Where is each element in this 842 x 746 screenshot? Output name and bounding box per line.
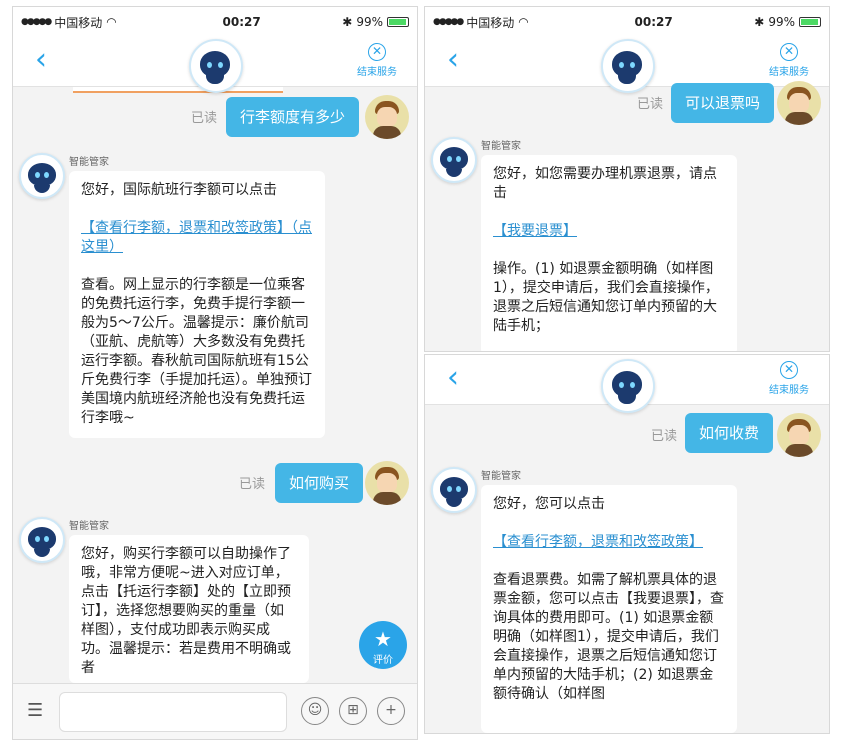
carrier-label: 中国移动 <box>466 15 515 30</box>
battery-icon <box>799 17 821 27</box>
sender-name: 智能管家 <box>69 157 109 168</box>
end-service-button[interactable]: ✕ 结束服务 <box>357 43 397 78</box>
plus-icon[interactable]: + <box>377 697 405 725</box>
list-icon[interactable]: ☰ <box>27 700 43 721</box>
carrier-label: 中国移动 <box>54 15 103 30</box>
status-bar: ●●●●● 中国移动 ◠ 00:27 ✱ 99% <box>13 7 417 37</box>
sender-name: 智能管家 <box>481 141 521 152</box>
status-time: 00:27 <box>222 15 261 29</box>
battery-label: 99% <box>768 15 795 29</box>
assistant-message: 您好，国际航班行李额可以点击 【查看行李额，退票和改签政策】（点这里） 查看。网… <box>69 171 325 438</box>
star-icon: ★ <box>374 627 392 651</box>
bluetooth-icon: ✱ <box>342 15 353 29</box>
end-service-label: 结束服务 <box>769 67 809 78</box>
chat-screen-right-top: ●●●●● 中国移动 ◠ 00:27 ✱ 99% ‹ ✕ 结束服务 已读 可以退票吗 智… <box>424 6 830 352</box>
close-icon: ✕ <box>780 361 798 379</box>
previous-message-edge <box>73 87 283 93</box>
end-service-label: 结束服务 <box>769 385 809 396</box>
assistant-avatar <box>19 517 65 563</box>
user-avatar <box>777 413 821 457</box>
message-text: 查看。网上显示的行李额是一位乘客的免费托运行李，免费手提行李额一般为5～7公斤。… <box>81 277 312 426</box>
wifi-icon: ◠ <box>518 15 529 29</box>
chat-screen-right-bottom: ‹ ✕ 结束服务 已读 如何收费 智能管家 您好，您可以点击 【查看行李额，退票和… <box>424 354 830 734</box>
battery-label: 99% <box>356 15 383 29</box>
end-service-label: 结束服务 <box>357 67 397 78</box>
assistant-message: 您好，您可以点击 【查看行李额，退票和改签政策】 查看退票费。如需了解机票具体的… <box>481 485 737 733</box>
chat-screen-left: ●●●●● 中国移动 ◠ 00:27 ✱ 99% ‹ ✕ 结束服务 已读 行李额度有多少… <box>12 6 418 740</box>
assistant-message: 您好，购买行李额可以自助操作了哦，非常方便呢~进入对应订单，点击【托运行李额】处… <box>69 535 309 683</box>
signal-icon: ●●●●● <box>433 17 464 27</box>
user-message: 如何收费 <box>685 413 774 453</box>
message-text: 您好，国际航班行李额可以点击 <box>81 182 277 198</box>
battery-icon <box>387 17 409 27</box>
user-message: 行李额度有多少 <box>226 97 360 137</box>
back-button[interactable]: ‹ <box>447 363 459 393</box>
status-bar: ●●●●● 中国移动 ◠ 00:27 ✱ 99% <box>425 7 829 37</box>
bluetooth-icon: ✱ <box>754 15 765 29</box>
assistant-message: 您好，如您需要办理机票退票，请点击 【我要退票】 操作。(1) 如退票金额明确（… <box>481 155 737 351</box>
signal-icon: ●●●●● <box>21 17 52 27</box>
wifi-icon: ◠ <box>106 15 117 29</box>
read-status: 已读 <box>637 97 664 112</box>
assistant-avatar <box>19 153 65 199</box>
nav-bar: ‹ ✕ 结束服务 <box>13 37 417 93</box>
user-avatar <box>365 95 409 139</box>
message-text: 您好，您可以点击 <box>493 496 605 512</box>
sender-name: 智能管家 <box>481 471 521 482</box>
assistant-logo <box>601 39 655 93</box>
assistant-logo <box>601 359 655 413</box>
smile-icon[interactable]: ☺ <box>301 697 329 725</box>
status-time: 00:27 <box>634 15 673 29</box>
end-service-button[interactable]: ✕ 结束服务 <box>769 43 809 78</box>
assistant-avatar <box>431 137 477 183</box>
user-message: 如何购买 <box>275 463 364 503</box>
message-text: 操作。(1) 如退票金额明确（如样图1），提交申请后，我们会直接操作，退票之后短… <box>493 261 719 334</box>
end-service-button[interactable]: ✕ 结束服务 <box>769 361 809 396</box>
read-status: 已读 <box>239 477 266 492</box>
assistant-avatar <box>431 467 477 513</box>
back-button[interactable]: ‹ <box>35 45 47 75</box>
user-avatar <box>777 81 821 125</box>
close-icon: ✕ <box>780 43 798 61</box>
user-message: 可以退票吗 <box>671 83 775 123</box>
sender-name: 智能管家 <box>69 521 109 532</box>
close-icon: ✕ <box>368 43 386 61</box>
rate-button[interactable]: ★ 评价 <box>359 621 407 669</box>
rate-label: 评价 <box>373 655 393 666</box>
message-input[interactable] <box>59 692 287 732</box>
gift-icon[interactable]: ⊞ <box>339 697 367 725</box>
read-status: 已读 <box>191 111 218 126</box>
policy-link[interactable]: 【查看行李额，退票和改签政策】 <box>493 533 725 552</box>
user-avatar <box>365 461 409 505</box>
input-bar: ☰ ☺ ⊞ + <box>13 683 417 739</box>
assistant-logo <box>189 39 243 93</box>
policy-link[interactable]: 【查看行李额，退票和改签政策】（点这里） <box>81 219 313 257</box>
message-text: 您好，购买行李额可以自助操作了哦，非常方便呢~进入对应订单，点击【托运行李额】处… <box>81 546 291 676</box>
message-text: 您好，如您需要办理机票退票，请点击 <box>493 166 717 201</box>
nav-bar: ‹ ✕ 结束服务 <box>425 37 829 93</box>
message-text: 查看退票费。如需了解机票具体的退票金额，您可以点击【我要退票】，查询具体的费用即… <box>493 572 724 702</box>
read-status: 已读 <box>651 429 678 444</box>
refund-link[interactable]: 【我要退票】 <box>493 222 725 241</box>
back-button[interactable]: ‹ <box>447 45 459 75</box>
nav-bar: ‹ ✕ 结束服务 <box>425 355 829 413</box>
